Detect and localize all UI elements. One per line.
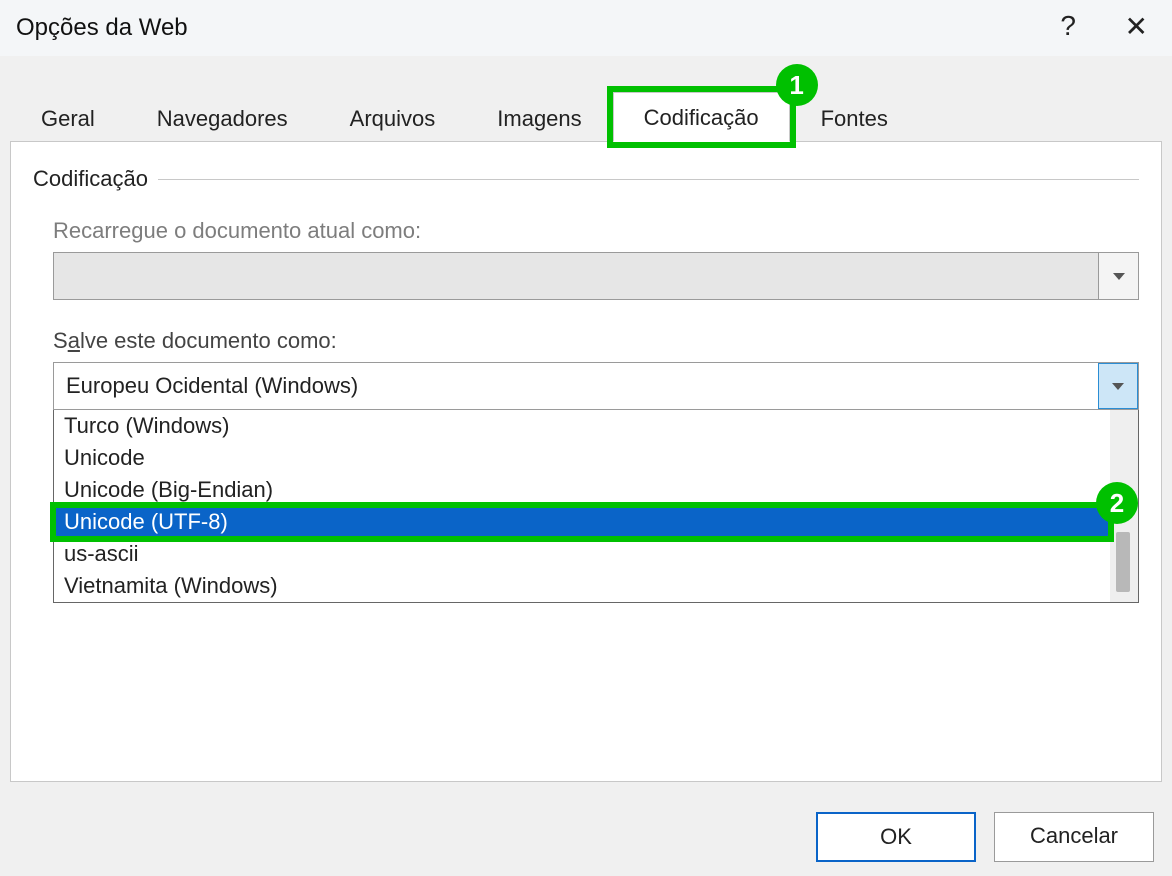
ok-button[interactable]: OK: [816, 812, 976, 862]
tab-navegadores[interactable]: Navegadores: [126, 93, 319, 142]
titlebar: Opções da Web ? ✕: [0, 0, 1172, 56]
save-option[interactable]: Vietnamita (Windows): [54, 570, 1110, 602]
tab-codificacao[interactable]: Codificação: [613, 92, 790, 142]
encoding-panel: Codificação Recarregue o documento atual…: [10, 142, 1162, 782]
save-option[interactable]: Turco (Windows): [54, 410, 1110, 442]
dialog-body: Geral Navegadores Arquivos Imagens Codif…: [0, 86, 1172, 782]
close-icon[interactable]: ✕: [1125, 10, 1148, 43]
reload-field: Recarregue o documento atual como:: [53, 218, 1139, 300]
tab-geral[interactable]: Geral: [10, 93, 126, 142]
reload-combo-text: [54, 253, 1098, 299]
save-label-accel: a: [68, 328, 80, 353]
chevron-down-icon: [1113, 273, 1125, 280]
save-option[interactable]: Unicode (UTF-8): [54, 506, 1110, 538]
tab-imagens[interactable]: Imagens: [466, 93, 612, 142]
tab-arquivos[interactable]: Arquivos: [319, 93, 467, 142]
reload-label: Recarregue o documento atual como:: [53, 218, 1139, 244]
tab-fontes[interactable]: Fontes: [790, 93, 919, 142]
help-icon[interactable]: ?: [1060, 10, 1076, 42]
save-option[interactable]: Unicode (Big-Endian): [54, 474, 1110, 506]
save-option[interactable]: us-ascii: [54, 538, 1110, 570]
save-label: Salve este documento como:: [53, 328, 1139, 354]
reload-combo-button[interactable]: [1098, 253, 1138, 299]
save-label-suffix: lve este documento como:: [80, 328, 337, 353]
group-header: Codificação: [33, 166, 1139, 192]
save-combo[interactable]: Europeu Ocidental (Windows): [53, 362, 1139, 410]
cancel-button[interactable]: Cancelar: [994, 812, 1154, 862]
chevron-down-icon: [1112, 383, 1124, 390]
tabstrip: Geral Navegadores Arquivos Imagens Codif…: [10, 86, 1162, 142]
group-divider: [158, 179, 1139, 180]
save-dropdown: Turco (Windows)UnicodeUnicode (Big-Endia…: [53, 410, 1139, 603]
window-title: Opções da Web: [16, 14, 188, 42]
save-combo-text: Europeu Ocidental (Windows): [54, 363, 1098, 409]
dialog-footer: OK Cancelar: [816, 812, 1154, 862]
scrollbar-thumb[interactable]: [1116, 532, 1130, 592]
save-option[interactable]: Unicode: [54, 442, 1110, 474]
save-dropdown-scrollbar[interactable]: [1110, 410, 1138, 602]
group-title: Codificação: [33, 166, 148, 192]
save-field: Salve este documento como: Europeu Ocide…: [53, 328, 1139, 603]
save-combo-button[interactable]: [1098, 363, 1138, 409]
save-dropdown-list: Turco (Windows)UnicodeUnicode (Big-Endia…: [54, 410, 1110, 602]
reload-combo[interactable]: [53, 252, 1139, 300]
save-label-prefix: S: [53, 328, 68, 353]
